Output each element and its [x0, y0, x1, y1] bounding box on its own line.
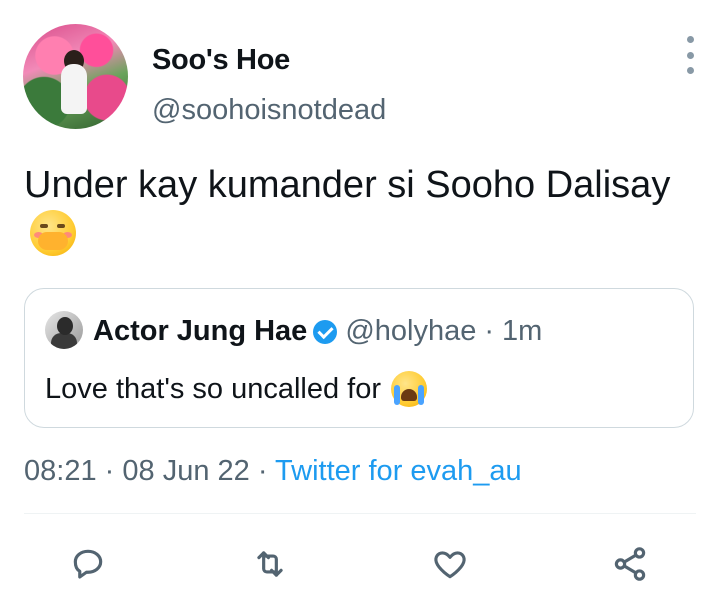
tweet-client-link[interactable]: Twitter for evah_au [275, 455, 522, 487]
author-handle[interactable]: @soohoisnotdead [152, 94, 386, 127]
divider [24, 513, 696, 514]
author-avatar[interactable] [23, 24, 128, 129]
loudly-crying-face-emoji [391, 371, 428, 407]
quoted-separator: · [484, 315, 495, 347]
tweet-body: Under kay kumander si Sooho Dalisay [24, 160, 684, 261]
more-dot [686, 36, 694, 43]
reply-button[interactable] [66, 542, 110, 586]
tweet-date: 08 Jun 22 [122, 455, 250, 487]
tweet-text: Under kay kumander si Sooho Dalisay [24, 164, 671, 206]
share-button[interactable] [608, 542, 652, 586]
more-options-icon[interactable] [680, 36, 700, 74]
hand-over-mouth-emoji [30, 210, 76, 256]
verified-badge-icon [313, 319, 338, 344]
quoted-author-avatar [45, 311, 83, 349]
like-icon [434, 551, 466, 579]
author-display-name[interactable]: Soo's Hoe [152, 44, 290, 77]
retweet-icon [257, 551, 283, 577]
quoted-author-handle: @holyhae [345, 315, 477, 347]
tweet-time: 08:21 [24, 455, 97, 487]
tweet-meta: 08:21 · 08 Jun 22 · Twitter for evah_au [24, 455, 522, 488]
retweet-button[interactable] [248, 542, 292, 586]
quoted-tweet-header: Actor Jung Hae @holyhae · 1m [93, 315, 542, 348]
meta-separator: · [104, 455, 115, 487]
quoted-tweet-body: Love that's so uncalled for [45, 371, 428, 407]
quoted-time-ago: 1m [502, 315, 543, 347]
like-button[interactable] [428, 542, 472, 586]
quoted-tweet-text: Love that's so uncalled for [45, 372, 382, 405]
share-icon [614, 547, 646, 581]
avatar-figure-body [61, 64, 87, 114]
reply-icon [73, 549, 103, 579]
more-dot [686, 67, 694, 74]
quoted-tweet-card[interactable]: Actor Jung Hae @holyhae · 1m Love that's… [24, 288, 694, 428]
meta-separator: · [257, 455, 268, 487]
more-dot [686, 51, 694, 59]
quoted-author-name: Actor Jung Hae [93, 315, 308, 347]
